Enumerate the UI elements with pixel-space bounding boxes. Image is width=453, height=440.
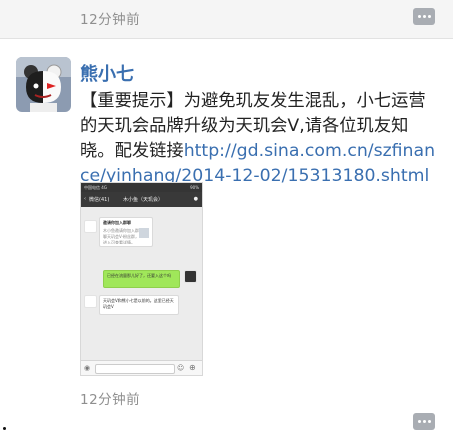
voice-icon: ◉: [84, 364, 91, 372]
author-avatar[interactable]: [16, 57, 71, 112]
phone-status-bar: 中国电信 4G 90%: [81, 183, 202, 192]
sent-message: 已经在流量那儿好了，还要入这个吗: [103, 270, 180, 288]
self-avatar: [184, 270, 197, 283]
status-carrier: 中国电信 4G: [84, 185, 107, 190]
received-message-text: 天玑会V和熊小七是以前的。这里已经天玑会V: [103, 298, 174, 309]
status-battery: 90%: [190, 185, 199, 190]
post-footer: 12分钟前: [0, 376, 453, 440]
plus-icon: ⊕: [189, 363, 196, 372]
received-message: 天玑会V和熊小七是以前的。这里已经天玑会V: [99, 295, 179, 315]
author-name[interactable]: 熊小七: [80, 60, 134, 86]
post-timestamp: 12分钟前: [80, 392, 141, 408]
chat-input-bar: ◉ ☺ ⊕: [81, 360, 202, 375]
chat-title: 木小鱼（天玑会）: [123, 197, 164, 203]
group-thumbnail-icon: [139, 228, 149, 238]
attached-screenshot[interactable]: 中国电信 4G 90% ‹ 微信(41) 木小鱼（天玑会） ● 邀请你加入群聊 …: [80, 182, 203, 376]
chat-back-label: 微信(41): [89, 197, 110, 203]
person-icon: ●: [193, 196, 198, 202]
back-arrow-icon: ‹: [84, 196, 86, 202]
sender-avatar-2: [84, 295, 97, 308]
invite-card: 邀请你加入群聊 木小鱼邀请你加入群聊天玑会V-粉丝群，进入可查看详情。: [99, 217, 153, 247]
sender-avatar: [84, 220, 97, 233]
chat-text-field: [95, 364, 175, 374]
invite-title: 邀请你加入群聊: [103, 220, 131, 225]
more-menu-icon[interactable]: [413, 8, 435, 25]
sent-message-text: 已经在流量那儿好了，还要入这个吗: [107, 273, 171, 278]
emoji-icon: ☺: [177, 364, 185, 372]
post-body: 【重要提示】为避免玑友发生混乱，小七运营的天玑会品牌升级为天玑会V,请各位玑友知…: [80, 89, 440, 189]
stray-dot: [3, 427, 6, 430]
previous-post-timestamp: 12分钟前: [80, 12, 141, 28]
chat-header: ‹ 微信(41) 木小鱼（天玑会） ●: [81, 192, 202, 207]
invite-body: 木小鱼邀请你加入群聊天玑会V-粉丝群，进入可查看详情。: [103, 228, 139, 244]
avatar-bear-icon: [16, 57, 71, 112]
previous-post-footer: 12分钟前: [0, 0, 453, 39]
more-menu-icon[interactable]: [413, 413, 435, 430]
